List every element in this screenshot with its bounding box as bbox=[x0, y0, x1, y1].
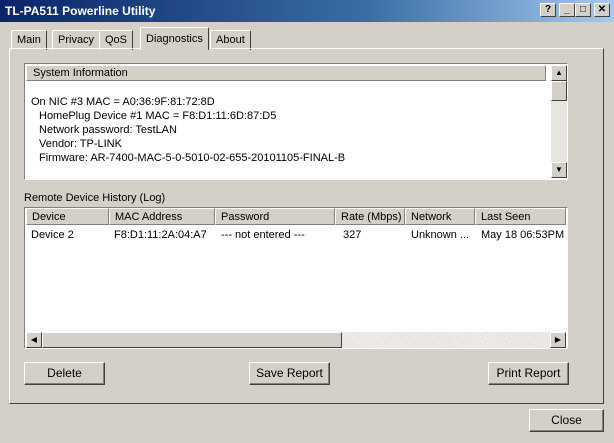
column-header-network[interactable]: Network bbox=[405, 208, 475, 225]
scroll-down-icon[interactable]: ▼ bbox=[551, 162, 567, 178]
firmware-line: Firmware: AR-7400-MAC-5-0-5010-02-655-20… bbox=[39, 152, 346, 164]
title-bar[interactable]: TL-PA511 Powerline Utility ? _ □ ✕ bbox=[0, 0, 614, 22]
tab-privacy[interactable]: Privacy bbox=[52, 30, 101, 50]
print-report-button[interactable]: Print Report bbox=[488, 362, 569, 385]
network-password-line: Network password: TestLAN bbox=[39, 124, 177, 136]
cell-network: Unknown ... bbox=[411, 229, 470, 241]
close-button[interactable]: Close bbox=[529, 409, 604, 432]
scroll-up-icon[interactable]: ▲ bbox=[551, 65, 567, 81]
nic-mac-line: On NIC #3 MAC = A0:36:9F:81:72:8D bbox=[31, 96, 215, 108]
column-header-mac-address[interactable]: MAC Address bbox=[109, 208, 215, 225]
column-header-last-seen[interactable]: Last Seen bbox=[475, 208, 566, 225]
close-window-button[interactable]: ✕ bbox=[594, 3, 610, 17]
cell-last-seen: May 18 06:53PM bbox=[481, 229, 565, 241]
tab-qos[interactable]: QoS bbox=[99, 30, 134, 50]
cell-mac-address: F8:D1:11:2A:04:A7 bbox=[114, 229, 207, 241]
column-header-rate[interactable]: Rate (Mbps) bbox=[335, 208, 405, 225]
column-header-password[interactable]: Password bbox=[215, 208, 335, 225]
cell-rate: 327 bbox=[343, 229, 362, 241]
system-information-header: System Information bbox=[26, 65, 546, 81]
scroll-thumb[interactable] bbox=[551, 81, 567, 101]
help-button[interactable]: ? bbox=[540, 3, 556, 17]
system-info-scrollbar[interactable]: ▲ ▼ bbox=[551, 65, 567, 178]
column-header-device[interactable]: Device bbox=[26, 208, 109, 225]
minimize-button[interactable]: _ bbox=[559, 3, 575, 17]
remote-device-list[interactable]: Device MAC Address Password Rate (Mbps) … bbox=[24, 207, 568, 349]
remote-device-history-label: Remote Device History (Log) bbox=[24, 192, 166, 204]
vendor-line: Vendor: TP-LINK bbox=[39, 138, 122, 150]
save-report-button[interactable]: Save Report bbox=[249, 362, 330, 385]
tab-about[interactable]: About bbox=[210, 30, 251, 50]
log-horizontal-scrollbar[interactable]: ◀ ▶ bbox=[26, 332, 566, 348]
scroll-left-icon[interactable]: ◀ bbox=[26, 332, 42, 348]
horizontal-scroll-thumb[interactable] bbox=[42, 332, 342, 348]
cell-password: --- not entered --- bbox=[221, 229, 305, 241]
system-information-text: On NIC #3 MAC = A0:36:9F:81:72:8D HomePl… bbox=[31, 95, 345, 165]
scroll-right-icon[interactable]: ▶ bbox=[550, 332, 566, 348]
delete-button[interactable]: Delete bbox=[24, 362, 105, 385]
window-title: TL-PA511 Powerline Utility bbox=[5, 4, 156, 18]
cell-device: Device 2 bbox=[31, 229, 74, 241]
maximize-button[interactable]: □ bbox=[575, 3, 591, 17]
tab-main[interactable]: Main bbox=[11, 30, 47, 50]
tab-diagnostics[interactable]: Diagnostics bbox=[140, 27, 209, 50]
homeplug-device-line: HomePlug Device #1 MAC = F8:D1:11:6D:87:… bbox=[39, 110, 277, 122]
